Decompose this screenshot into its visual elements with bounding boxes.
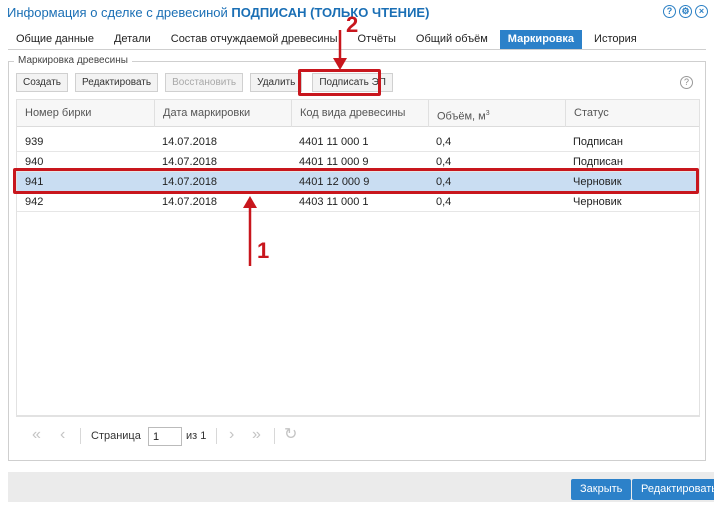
step-2-label: 2	[346, 12, 359, 37]
close-icon[interactable]: ×	[695, 5, 708, 18]
delete-button[interactable]: Удалить	[250, 73, 303, 92]
column-header-date[interactable]: Дата маркировки	[154, 100, 291, 127]
grid-header: Номер бирки Дата маркировки Код вида дре…	[17, 100, 699, 127]
table-row[interactable]: 939 14.07.2018 4401 11 000 1 0,4 Подписа…	[17, 132, 699, 152]
close-button[interactable]: Закрыть	[571, 479, 632, 500]
page-label: Страница	[91, 430, 141, 442]
tab-wood-composition[interactable]: Состав отчуждаемой древесины	[163, 30, 346, 49]
refresh-icon[interactable]: ↻	[284, 427, 297, 443]
create-button[interactable]: Создать	[16, 73, 69, 92]
step-1-label: 1	[257, 238, 270, 263]
pager-separator	[216, 428, 217, 444]
cell-volume: 0,4	[436, 196, 452, 208]
tab-general[interactable]: Общие данные	[8, 30, 102, 49]
window-controls: ? ⚙ ×	[663, 5, 708, 18]
cell-species: 4401 11 000 1	[299, 136, 369, 148]
grid-pager: « ‹ Страница из 1 › » ↻	[16, 416, 700, 456]
page-count-label: из 1	[186, 430, 207, 442]
marking-grid: Номер бирки Дата маркировки Код вида дре…	[16, 99, 700, 416]
cell-tag: 939	[25, 136, 44, 148]
panel-help-icon[interactable]: ?	[680, 76, 693, 89]
footer-edit-button[interactable]: Редактировать	[632, 479, 714, 500]
tab-details[interactable]: Детали	[106, 30, 159, 49]
pager-separator	[80, 428, 81, 444]
prev-page-icon[interactable]: ‹	[60, 427, 65, 443]
tab-divider	[8, 49, 706, 50]
page-number-input[interactable]	[148, 427, 182, 446]
highlight-sign-button	[298, 69, 381, 96]
cell-species: 4403 11 000 1	[299, 196, 369, 208]
tab-history[interactable]: История	[586, 30, 645, 49]
cell-date: 14.07.2018	[162, 196, 218, 208]
column-header-volume-label: Объём, м	[437, 110, 486, 123]
tab-bar: Общие данные Детали Состав отчуждаемой д…	[8, 30, 649, 49]
column-header-tag[interactable]: Номер бирки	[17, 100, 154, 127]
column-header-volume[interactable]: Объём, м3	[428, 100, 565, 127]
help-icon[interactable]: ?	[663, 5, 676, 18]
column-header-volume-sup: 3	[485, 110, 490, 117]
tab-marking[interactable]: Маркировка	[499, 30, 583, 49]
settings-icon[interactable]: ⚙	[679, 5, 692, 18]
panel-legend: Маркировка древесины	[14, 55, 132, 66]
restore-button[interactable]: Восстановить	[165, 73, 244, 92]
cell-status: Подписан	[573, 136, 623, 148]
column-header-species[interactable]: Код вида древесины	[291, 100, 428, 127]
cell-volume: 0,4	[436, 136, 452, 148]
last-page-icon[interactable]: »	[252, 427, 261, 443]
cell-tag: 942	[25, 196, 44, 208]
highlight-selected-row	[13, 168, 699, 194]
dialog-footer: Закрыть Редактировать	[8, 472, 714, 502]
column-header-status[interactable]: Статус	[565, 100, 699, 127]
cell-date: 14.07.2018	[162, 136, 218, 148]
edit-button[interactable]: Редактировать	[75, 73, 159, 92]
table-row[interactable]: 942 14.07.2018 4403 11 000 1 0,4 Чернови…	[17, 192, 699, 212]
first-page-icon[interactable]: «	[32, 427, 41, 443]
title-status: ПОДПИСАН	[231, 5, 307, 20]
tab-total-volume[interactable]: Общий объём	[408, 30, 496, 49]
cell-status: Черновик	[573, 196, 622, 208]
pager-separator	[274, 428, 275, 444]
title-prefix: Информация о сделке с древесиной	[7, 5, 232, 20]
next-page-icon[interactable]: ›	[229, 427, 234, 443]
window-title: Информация о сделке с древесиной ПОДПИСА…	[7, 5, 429, 20]
title-suffix: (ТОЛЬКО ЧТЕНИЕ)	[306, 5, 430, 20]
